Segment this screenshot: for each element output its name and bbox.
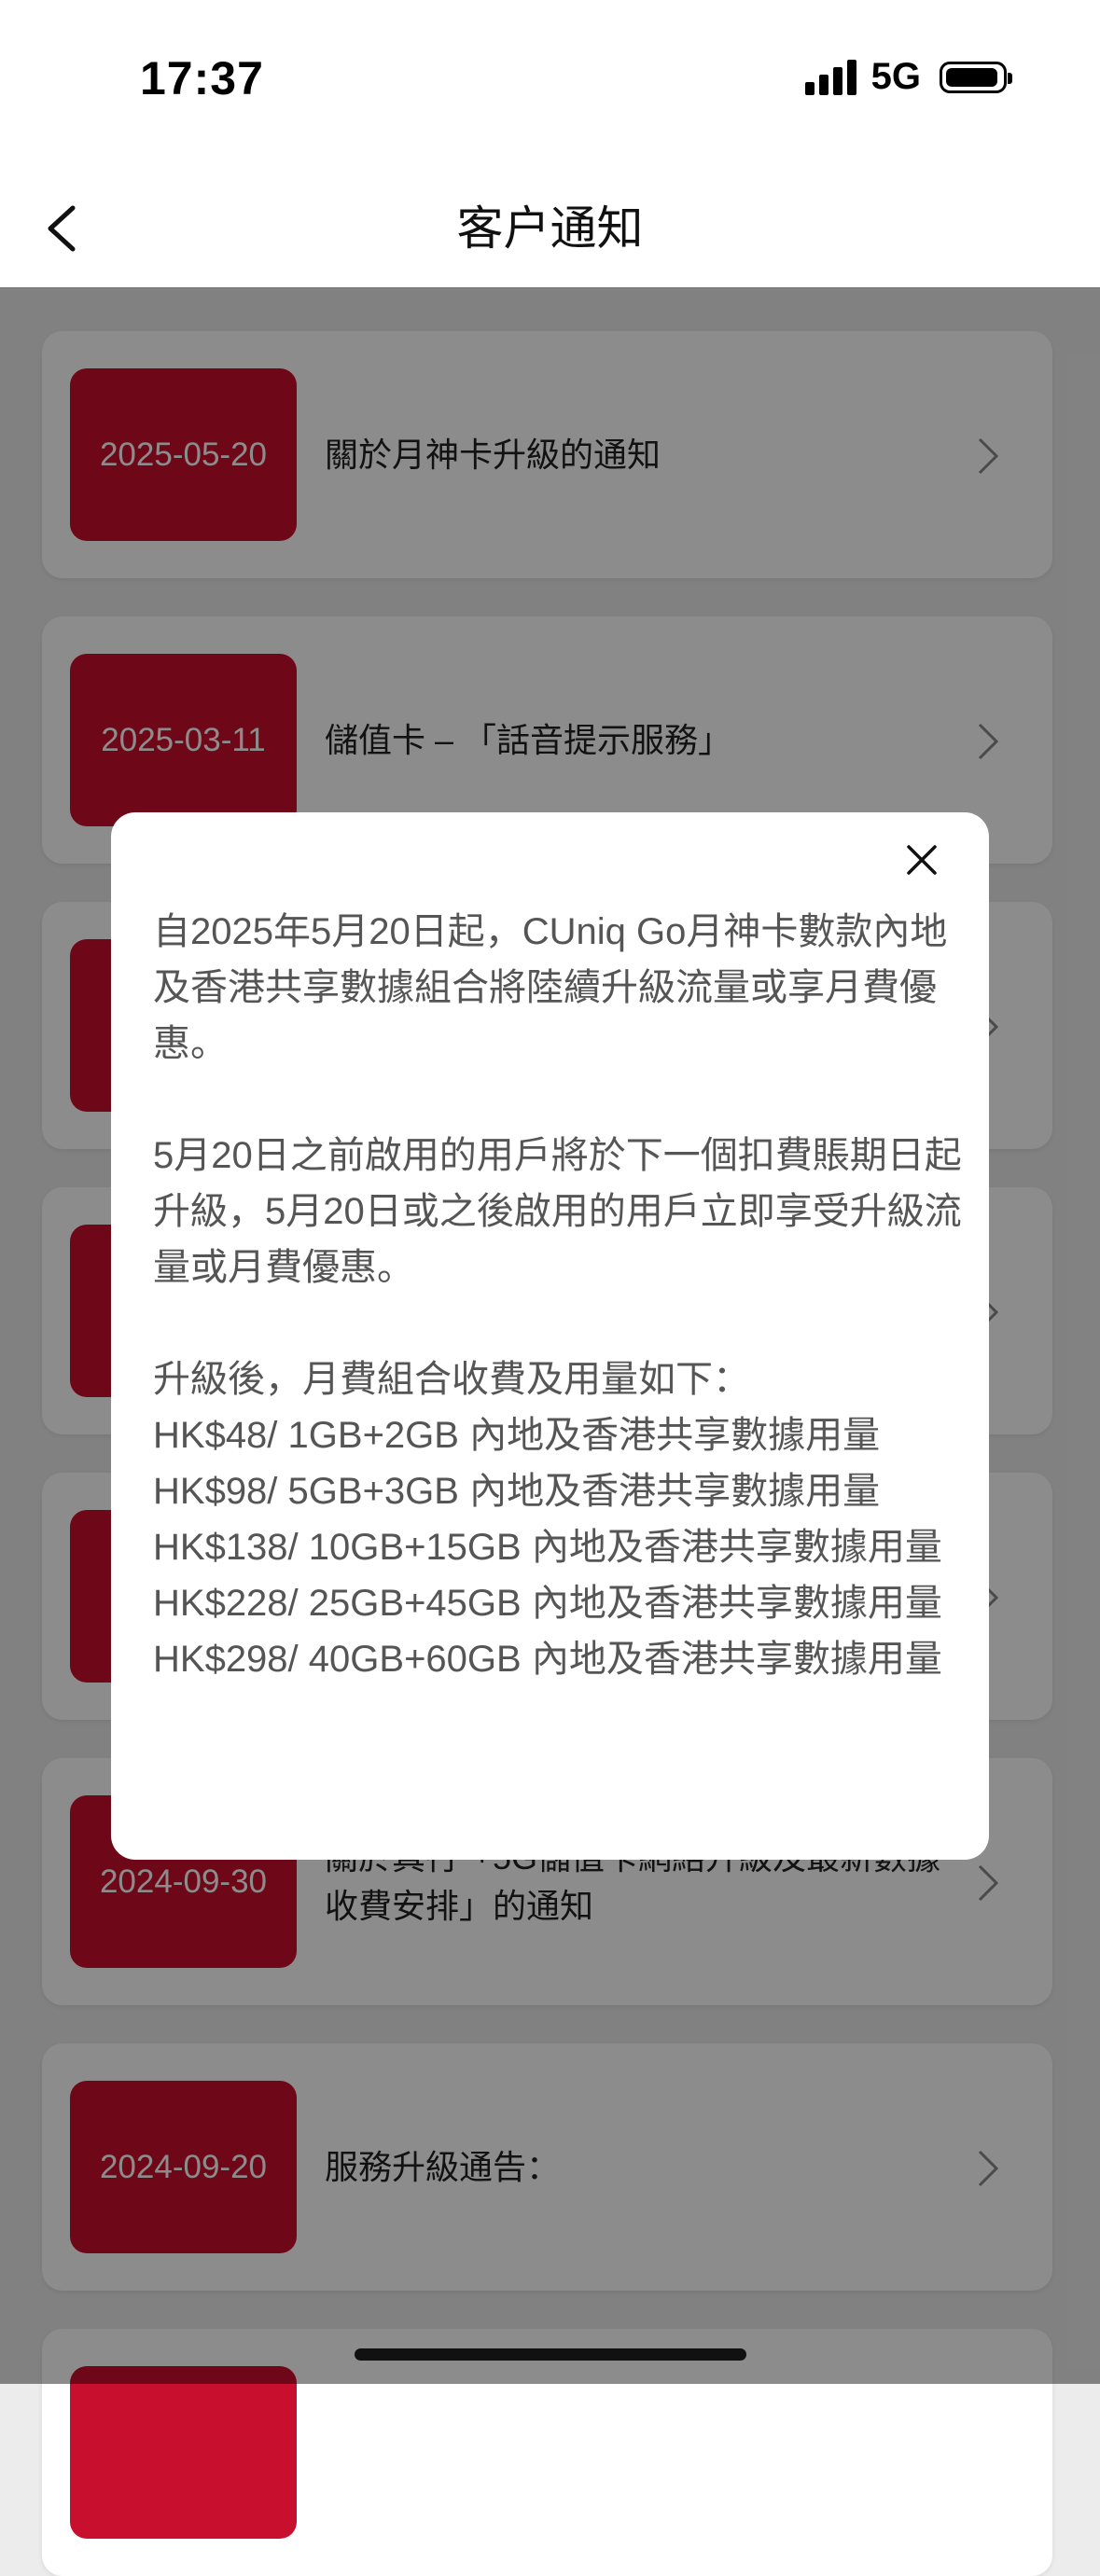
modal-paragraph: 5月20日之前啟用的用戶將於下一個扣費賬期日起升級，5月20日或之後啟用的用戶立… [153,1135,962,1288]
notice-detail-modal: 自2025年5月20日起，CUniq Go月神卡數款內地及香港共享數據組合將陸續… [111,812,989,1860]
modal-list-header: 升級後，月費組合收費及用量如下： [153,1359,750,1400]
plan-line: HK$298/ 40GB+60GB 內地及香港共享數據用量 [153,1639,942,1680]
notice-date-badge [70,2366,297,2539]
plan-line: HK$138/ 10GB+15GB 內地及香港共享數據用量 [153,1527,942,1568]
navigation-bar: 客户通知 [0,163,1100,288]
status-bar: 17:37 5G [0,0,1100,163]
network-type: 5G [870,56,921,97]
battery-icon [940,61,1012,93]
page-title: 客户通知 [456,202,644,255]
cellular-signal-icon [804,59,856,95]
plan-line: HK$48/ 1GB+2GB 內地及香港共享數據用量 [153,1415,881,1456]
close-icon [907,845,937,875]
status-time: 17:37 [140,52,264,104]
home-indicator[interactable] [355,2348,746,2361]
plan-line: HK$228/ 25GB+45GB 內地及香港共享數據用量 [153,1583,942,1624]
close-button[interactable] [897,835,947,885]
plan-line: HK$98/ 5GB+3GB 內地及香港共享數據用量 [153,1471,881,1512]
modal-paragraph: 自2025年5月20日起，CUniq Go月神卡數款內地及香港共享數據組合將陸續… [153,911,948,1064]
modal-content: 自2025年5月20日起，CUniq Go月神卡數款內地及香港共享數據組合將陸續… [153,904,965,1836]
status-indicators: 5G [804,56,1012,98]
